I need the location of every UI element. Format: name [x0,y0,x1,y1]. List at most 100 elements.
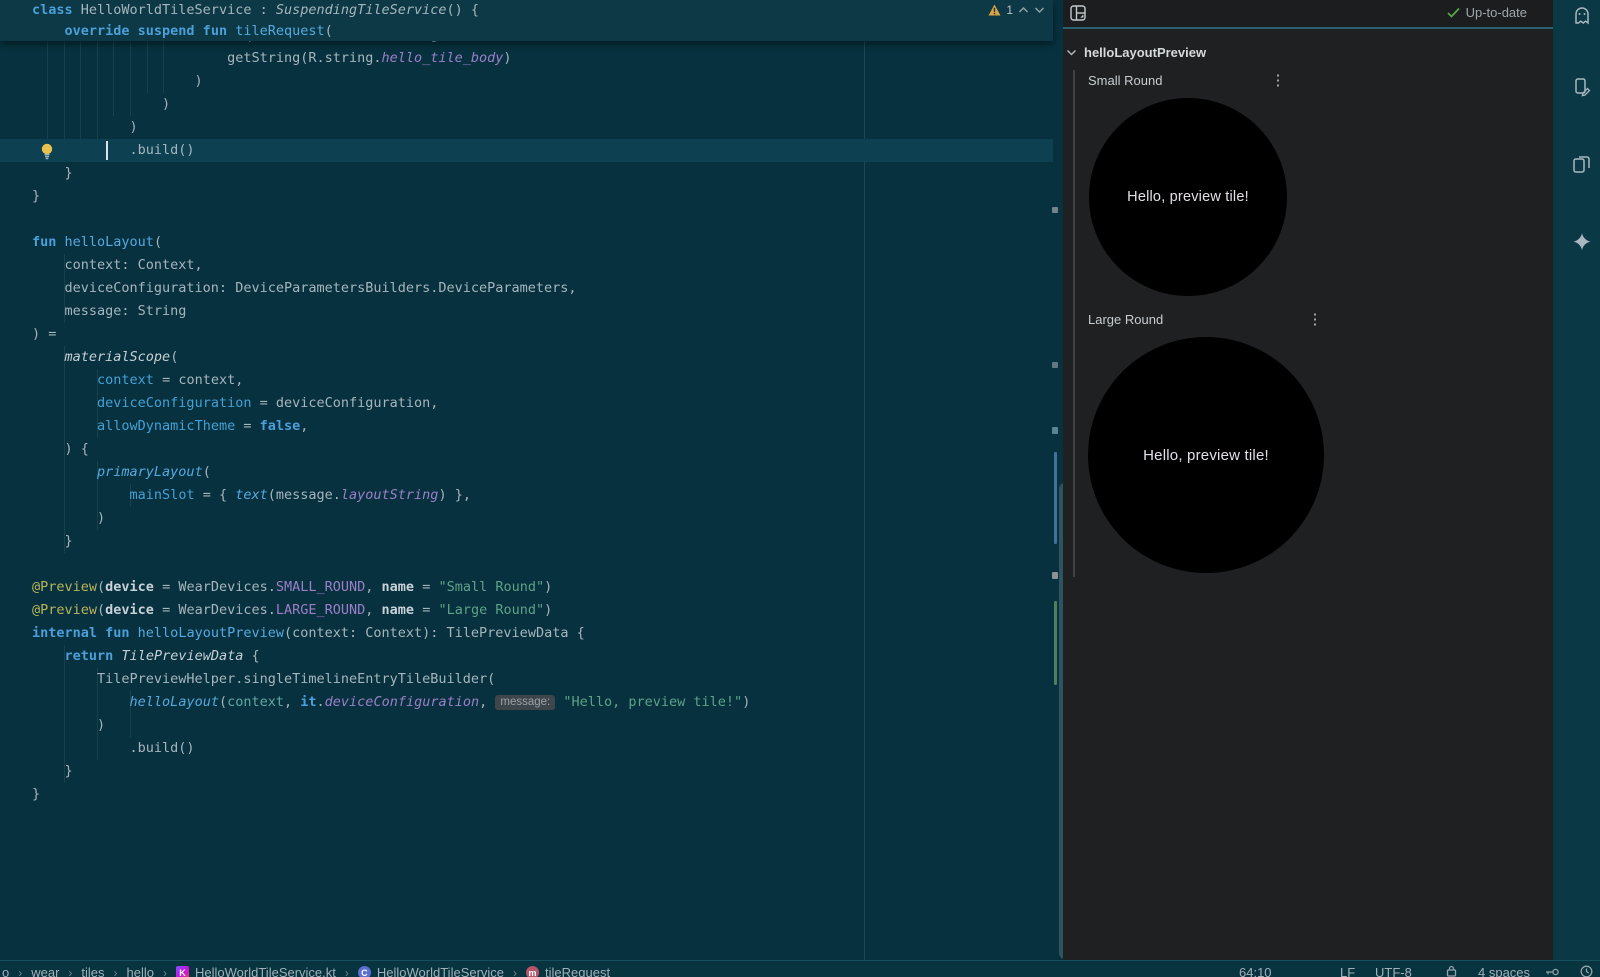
code-line[interactable]: } [0,783,1085,806]
error-stripe-mark[interactable] [1054,601,1057,685]
code-line[interactable]: TilePreviewHelper.singleTimelineEntryTil… [0,668,1085,691]
code-token: name [382,579,415,595]
code-line[interactable]: helloLayout(context, it.deviceConfigurat… [0,691,1085,714]
encoding-widget[interactable]: UTF-8 [1375,965,1412,977]
code-token: = { [195,487,236,503]
code-token: = [235,418,259,434]
prev-issue-icon[interactable] [1018,6,1029,14]
inspections-widget[interactable]: 1 [988,1,1045,18]
preview-options-kebab-icon[interactable]: ⋮ [1269,72,1287,90]
code-token: } [32,763,73,779]
wear-tile-preview[interactable]: Hello, preview tile! [1089,98,1287,296]
error-stripe-mark[interactable] [1052,427,1058,434]
code-token: helloLayoutPreview [130,625,284,641]
key-icon[interactable] [1545,965,1559,977]
quickfix-lightbulb-icon[interactable] [39,142,55,160]
code-token: deviceConfiguration [97,395,251,411]
code-token: internal fun [32,625,130,641]
code-token: context: Context, [32,257,203,273]
code-line[interactable]: return TilePreviewData { [0,645,1085,668]
running-devices-icon[interactable] [1572,155,1598,181]
code-line[interactable]: getString(R.string.hello_tile_body) [0,47,1085,70]
code-line[interactable]: primaryLayout( [0,461,1085,484]
code-line[interactable]: } [0,162,1085,185]
code-token: @Preview [32,579,97,595]
preview-group-header[interactable]: helloLayoutPreview [1066,45,1206,60]
code-line[interactable]: materialScope( [0,346,1085,369]
error-stripe-mark[interactable] [1052,362,1058,368]
code-token: materialScope [65,349,171,365]
code-token: , [284,694,300,710]
code-token: ( [203,464,211,480]
preview-toolbar: Up-to-date [1063,0,1553,29]
code-line[interactable]: deviceConfiguration = deviceConfiguratio… [0,392,1085,415]
code-token: it [300,694,316,710]
error-stripe-mark[interactable] [1052,207,1058,213]
code-line[interactable]: ) { [0,438,1085,461]
code-token: ) [32,717,105,733]
code-token: helloLayout [56,234,154,250]
code-line[interactable]: allowDynamicTheme = false, [0,415,1085,438]
code-token [32,23,65,39]
error-stripe-mark[interactable] [1054,452,1057,544]
code-token: } [32,786,40,802]
code-token: getString(R.string. [32,50,382,66]
code-token: TilePreviewHelper.singleTimelineEntryTil… [32,671,495,687]
code-line[interactable]: message: String [0,300,1085,323]
code-token: tileRequest [227,23,325,39]
code-line[interactable]: .build() [0,139,1085,162]
preview-indent-guide [1073,70,1075,577]
caret-position-widget[interactable]: 64:10 [1239,965,1272,977]
code-line[interactable]: mainSlot = { text(message.layoutString) … [0,484,1085,507]
code-token: ( [154,234,162,250]
code-line[interactable] [0,208,1085,231]
code-token: @Preview [32,602,97,618]
wear-tile-preview[interactable]: Hello, preview tile! [1088,337,1324,573]
code-line[interactable]: } [0,760,1085,783]
code-token: deviceConfiguration [325,694,479,710]
code-line[interactable]: ) [0,93,1085,116]
code-line[interactable]: } [0,185,1085,208]
code-line[interactable]: deviceConfiguration: DeviceParametersBui… [0,277,1085,300]
code-line[interactable]: ) [0,507,1085,530]
next-issue-icon[interactable] [1034,6,1045,14]
indent-widget[interactable]: 4 spaces [1478,965,1530,977]
chevron-down-icon [1066,49,1077,57]
code-line[interactable]: @Preview(device = WearDevices.SMALL_ROUN… [0,576,1085,599]
code-line[interactable]: .build() [0,737,1085,760]
tile-preview-text: Hello, preview tile! [1143,447,1269,464]
layout-view-mode-icon[interactable] [1070,5,1089,23]
line-ending-widget[interactable]: LF [1340,965,1355,977]
code-token: .build() [32,142,195,158]
code-line[interactable]: fun helloLayout( [0,231,1085,254]
code-line[interactable]: context: Context, [0,254,1085,277]
error-stripe-mark[interactable] [1052,572,1058,579]
code-token: } [32,165,73,181]
lock-icon[interactable] [1446,965,1457,977]
device-manager-icon[interactable] [1572,77,1598,103]
code-line[interactable]: ) [0,714,1085,737]
code-line[interactable]: ) [0,70,1085,93]
clock-icon[interactable] [1580,965,1593,977]
app-quality-insights-icon[interactable] [1572,6,1598,32]
code-line[interactable]: ) [0,116,1085,139]
code-token: = context, [154,372,243,388]
code-line[interactable]: @Preview(device = WearDevices.LARGE_ROUN… [0,599,1085,622]
code-token: ( [97,579,105,595]
code-token: ( [97,602,105,618]
preview-options-kebab-icon[interactable]: ⋮ [1306,311,1324,329]
android-studio-window: getString(R.string.hello_tile_body) ) ) … [0,0,1600,977]
tile-preview-text: Hello, preview tile! [1127,189,1249,205]
sticky-code-line[interactable]: class HelloWorldTileService : Suspending… [0,0,1053,21]
sticky-code-line[interactable]: override suspend fun tileRequest( [0,21,1053,42]
code-editor[interactable]: getString(R.string.hello_tile_body) ) ) … [0,0,1053,960]
code-line[interactable]: } [0,530,1085,553]
code-token: class [32,2,73,18]
code-token: device [105,602,154,618]
gemini-icon[interactable] [1572,232,1598,258]
code-line[interactable]: internal fun helloLayoutPreview(context:… [0,622,1085,645]
code-line[interactable]: context = context, [0,369,1085,392]
code-token: ) [32,73,203,89]
code-line[interactable] [0,553,1085,576]
code-line[interactable]: ) = [0,323,1085,346]
